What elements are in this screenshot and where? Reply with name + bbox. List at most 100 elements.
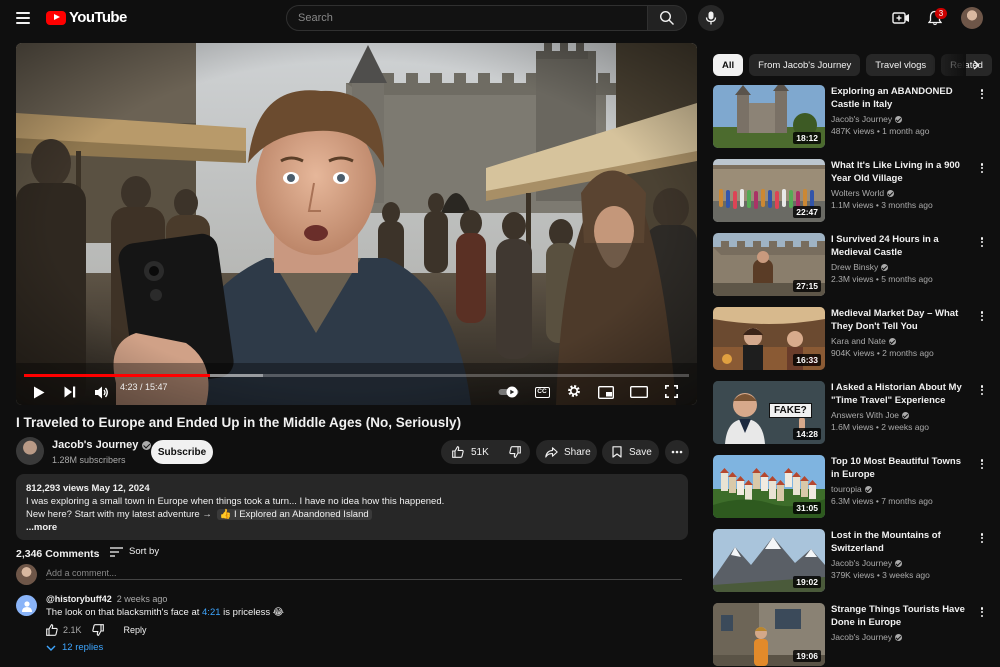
recommended-video-title[interactable]: What It's Like Living in a 900 Year Old … <box>831 159 969 185</box>
video-thumbnail[interactable]: 16:33 <box>713 307 825 370</box>
recommended-video-channel[interactable]: Wolters World <box>831 188 895 198</box>
subscribe-button[interactable]: Subscribe <box>151 440 213 464</box>
youtube-play-icon <box>46 10 66 25</box>
recommended-video-title[interactable]: Lost in the Mountains of Switzerland <box>831 529 969 555</box>
recommended-video-title[interactable]: Top 10 Most Beautiful Towns in Europe <box>831 455 969 481</box>
youtube-logo[interactable]: YouTube <box>46 9 127 26</box>
more-options-icon[interactable] <box>977 605 987 619</box>
comment-count: 2,346 Comments <box>16 548 100 560</box>
chip-all[interactable]: All <box>713 54 744 76</box>
video-thumbnail[interactable]: 27:15 <box>713 233 825 296</box>
verified-badge-icon <box>888 337 896 345</box>
more-actions-button[interactable] <box>665 440 689 464</box>
recommended-video-channel[interactable]: touropia <box>831 484 872 494</box>
channel-name[interactable]: Jacob's Journey <box>52 439 152 451</box>
recommended-video-channel[interactable]: Answers With Joe <box>831 410 910 420</box>
recommended-video[interactable]: 31:05 Top 10 Most Beautiful Towns in Euro… <box>713 455 993 519</box>
video-duration: 19:06 <box>793 650 821 662</box>
recommended-video-title[interactable]: Strange Things Tourists Have Done in Eur… <box>831 603 969 629</box>
recommended-video-channel[interactable]: Jacob's Journey <box>831 558 903 568</box>
more-options-icon[interactable] <box>977 235 987 249</box>
play-button[interactable] <box>30 383 48 401</box>
recommended-video-title[interactable]: I Asked a Historian About My "Time Trave… <box>831 381 969 407</box>
fullscreen-button[interactable] <box>663 383 679 399</box>
comment-reply-button[interactable]: Reply <box>124 625 147 635</box>
sort-comments-button[interactable]: Sort by <box>110 546 159 557</box>
share-button[interactable]: Share <box>536 440 597 464</box>
voice-search-button[interactable] <box>698 5 724 31</box>
view-replies-button[interactable]: 12 replies <box>46 642 103 653</box>
create-button[interactable] <box>890 8 912 28</box>
more-options-icon[interactable] <box>977 87 987 101</box>
recommended-video-channel[interactable]: Drew Binsky <box>831 262 889 272</box>
video-player[interactable] <box>16 43 697 405</box>
comment-like-button[interactable] <box>46 624 58 636</box>
recommended-video[interactable]: 22:47 What It's Like Living in a 900 Year… <box>713 159 993 223</box>
recommended-video[interactable]: 16:33 Medieval Market Day – What They Don… <box>713 307 993 371</box>
show-more-link[interactable]: ...more <box>26 521 678 534</box>
more-options-icon[interactable] <box>977 531 987 545</box>
description-box[interactable]: 812,293 views May 12, 2024 I was explori… <box>16 474 688 540</box>
autoplay-toggle[interactable] <box>498 385 520 399</box>
video-thumbnail[interactable]: 31:05 <box>713 455 825 518</box>
video-thumbnail[interactable]: 19:02 <box>713 529 825 592</box>
miniplayer-button[interactable] <box>597 384 615 400</box>
save-button[interactable]: Save <box>602 440 659 464</box>
search-input[interactable] <box>298 12 647 24</box>
more-options-icon[interactable] <box>977 309 987 323</box>
commenter-avatar[interactable] <box>16 595 37 616</box>
recommended-video[interactable]: 19:06 Strange Things Tourists Have Done i… <box>713 603 993 667</box>
more-options-icon[interactable] <box>977 161 987 175</box>
recommended-video-meta: 487K views • 1 month ago <box>831 126 930 136</box>
progress-bar[interactable] <box>24 374 689 377</box>
recommended-video-title[interactable]: Exploring an ABANDONED Castle in Italy <box>831 85 969 111</box>
more-horizontal-icon <box>671 450 683 454</box>
chip-travel-vlogs[interactable]: Travel vlogs <box>866 54 936 76</box>
recommended-video[interactable]: FAKE? 14:28 I Asked a Historian About My "… <box>713 381 993 445</box>
recommended-video-channel[interactable]: Jacob's Journey <box>831 632 903 642</box>
like-button[interactable]: 51K <box>441 440 499 464</box>
linked-video-chip[interactable]: 👍 I Explored an Abandoned Island <box>216 509 372 520</box>
skip-next-icon <box>64 386 76 398</box>
recommended-video[interactable]: 18:12 Exploring an ABANDONED Castle in It… <box>713 85 993 149</box>
recommended-video-channel[interactable]: Kara and Nate <box>831 336 896 346</box>
comment-author: @historybuff42 2 weeks ago <box>46 594 167 604</box>
video-thumbnail[interactable]: 18:12 <box>713 85 825 148</box>
volume-button[interactable] <box>92 383 110 401</box>
recommended-video[interactable]: 19:02 Lost in the Mountains of Switzerlan… <box>713 529 993 593</box>
comment-author-handle[interactable]: @historybuff42 <box>46 594 112 604</box>
channel-name-text: Answers With Joe <box>831 410 900 420</box>
recommended-video-title[interactable]: I Survived 24 Hours in a Medieval Castle <box>831 233 969 259</box>
recommended-video-channel[interactable]: Jacob's Journey <box>831 114 903 124</box>
video-thumbnail[interactable]: 19:06 <box>713 603 825 666</box>
recommended-video-meta: 1.6M views • 2 weeks ago <box>831 422 929 432</box>
recommended-video[interactable]: 27:15 I Survived 24 Hours in a Medieval C… <box>713 233 993 297</box>
next-button[interactable] <box>61 383 79 401</box>
video-thumbnail[interactable]: FAKE? 14:28 <box>713 381 825 444</box>
channel-name-text: Wolters World <box>831 188 885 198</box>
play-icon <box>34 386 45 398</box>
account-avatar[interactable] <box>961 7 983 29</box>
comment-dislike-button[interactable] <box>91 624 104 636</box>
video-thumbnail[interactable]: 22:47 <box>713 159 825 222</box>
verified-badge-icon <box>881 263 889 271</box>
more-options-icon[interactable] <box>977 457 987 471</box>
more-options-icon[interactable] <box>977 383 987 397</box>
autoplay-icon <box>498 386 519 398</box>
settings-button[interactable] <box>566 383 582 399</box>
menu-icon[interactable] <box>16 12 30 24</box>
subtitles-button[interactable]: CC <box>534 384 550 400</box>
chip-from-channel[interactable]: From Jacob's Journey <box>749 54 861 76</box>
theater-mode-button[interactable] <box>629 384 649 400</box>
recommended-video-meta: 6.3M views • 7 months ago <box>831 496 933 506</box>
recommended-video-title[interactable]: Medieval Market Day – What They Don't Te… <box>831 307 969 333</box>
channel-name-text: Kara and Nate <box>831 336 886 346</box>
add-comment-input[interactable] <box>46 566 682 580</box>
subscriber-count: 1.28M subscribers <box>52 455 126 465</box>
chips-next-button[interactable] <box>968 57 984 73</box>
search-button[interactable] <box>647 5 687 31</box>
comment-timestamp-link[interactable]: 4:21 <box>202 607 221 618</box>
gear-icon <box>568 385 580 397</box>
dislike-button[interactable] <box>499 440 531 464</box>
channel-avatar[interactable] <box>16 437 44 465</box>
